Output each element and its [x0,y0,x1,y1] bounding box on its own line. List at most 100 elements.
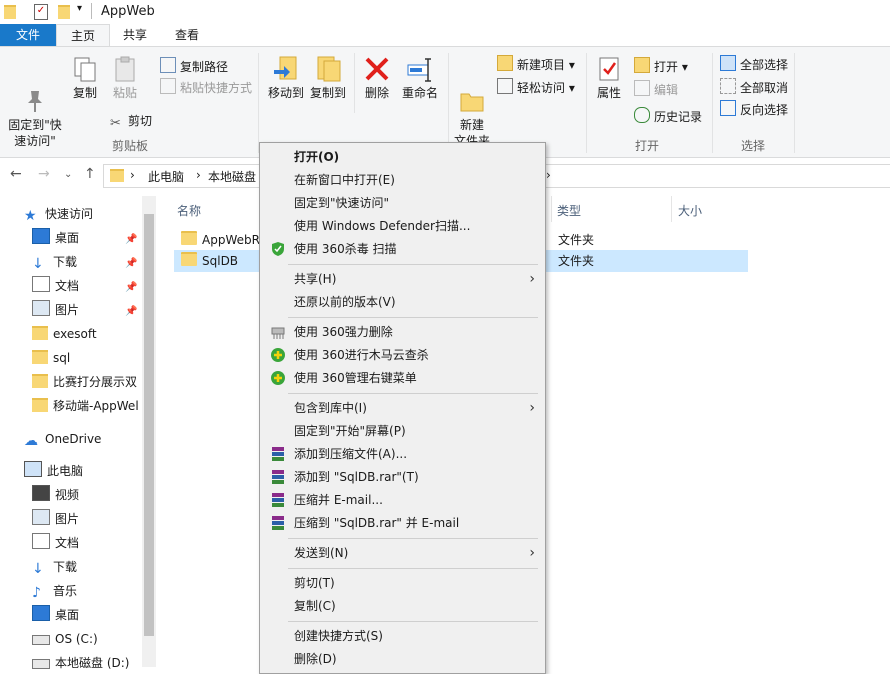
nav-item-music[interactable]: ♪ 音乐 [32,580,77,602]
tab-view[interactable]: 查看 [164,24,210,46]
menu-item-defender-scan[interactable]: 使用 Windows Defender扫描... [260,215,545,237]
invert-selection-button[interactable]: 反向选择 [720,100,788,118]
tab-share[interactable]: 共享 [112,24,158,46]
pin-icon[interactable]: 📌 [125,282,137,293]
menu-item-pin-quick-access[interactable]: 固定到"快速访问" [260,192,545,214]
column-divider[interactable] [551,196,552,222]
crumb-separator-icon[interactable]: › [196,168,201,182]
move-to-button[interactable]: 移动到 [264,47,308,101]
up-arrow-icon[interactable]: ↑ [84,166,96,182]
menu-label: 包含到库中(I) [294,401,367,415]
menu-item-360-manage-menu[interactable]: 使用 360管理右键菜单 [260,367,545,389]
winrar-icon [270,446,286,462]
submenu-arrow-icon: › [529,271,535,287]
tab-file[interactable]: 文件 [0,24,56,46]
nav-quick-access[interactable]: ★ 快速访问 [24,203,93,225]
copy-path-label: 复制路径 [180,60,229,74]
properties-quick-icon[interactable]: ✓ [34,4,48,20]
new-item-button[interactable]: 新建项目 ▾ [497,55,575,73]
new-folder-button[interactable]: 新建 文件夹 [452,47,492,149]
menu-item-send-to[interactable]: 发送到(N) › [260,542,545,564]
crumb-separator-icon[interactable]: › [130,168,135,182]
nav-item-documents[interactable]: 文档 [32,275,79,297]
nav-onedrive[interactable]: ☁ OneDrive [24,428,101,450]
menu-separator [288,317,538,318]
nav-item-contest[interactable]: 比赛打分展示双 [32,371,140,393]
menu-item-compress-email[interactable]: 压缩并 E-mail... [260,489,545,511]
menu-item-restore-versions[interactable]: 还原以前的版本(V) [260,291,545,313]
menu-item-open-new-window[interactable]: 在新窗口中打开(E) [260,169,545,191]
menu-item-include-library[interactable]: 包含到库中(I) › [260,397,545,419]
nav-item-drive-d[interactable]: 本地磁盘 (D:) [32,652,129,674]
column-header-size[interactable]: 大小 [678,202,702,219]
back-arrow-icon[interactable]: ← [10,166,22,182]
menu-item-create-shortcut[interactable]: 创建快捷方式(S) [260,625,545,647]
open-icon [634,57,650,73]
menu-item-pin-start[interactable]: 固定到"开始"屏幕(P) [260,420,545,442]
menu-item-360-force-delete[interactable]: 使用 360强力删除 [260,321,545,343]
nav-item-exesoft[interactable]: exesoft [32,323,97,345]
delete-button[interactable]: 删除 [360,47,394,101]
menu-label: 固定到"快速访问" [294,196,390,210]
menu-item-share[interactable]: 共享(H) › [260,268,545,290]
forward-arrow-icon[interactable]: → [38,166,50,182]
pin-label: 固定到"快 速访问" [8,118,62,148]
nav-item-pc-downloads[interactable]: ↓ 下载 [32,556,77,578]
column-divider[interactable] [671,196,672,222]
nav-item-videos[interactable]: 视频 [32,484,79,506]
menu-item-360-trojan-scan[interactable]: 使用 360进行木马云查杀 [260,344,545,366]
easy-access-button[interactable]: 轻松访问 ▾ [497,78,575,96]
select-none-button[interactable]: 全部取消 [720,78,788,96]
edit-button[interactable]: 编辑 [634,80,678,98]
nav-scrollbar[interactable] [142,196,156,667]
menu-separator [288,568,538,569]
menu-item-rar-email[interactable]: 压缩到 "SqlDB.rar" 并 E-mail [260,512,545,534]
nav-label: 此电脑 [47,464,84,478]
column-header-type[interactable]: 类型 [557,202,581,219]
nav-item-desktop[interactable]: 桌面 [32,227,79,249]
nav-item-sql[interactable]: sql [32,347,70,369]
new-folder-icon [458,71,486,112]
pin-icon[interactable]: 📌 [125,306,137,317]
copy-path-button[interactable]: 复制路径 [160,57,228,75]
breadcrumb-this-pc[interactable]: 此电脑 [148,168,184,185]
rename-button[interactable]: 重命名 [398,47,442,101]
customize-quick-access-icon[interactable]: ▾ [77,3,82,14]
menu-item-add-rar[interactable]: 添加到 "SqlDB.rar"(T) [260,466,545,488]
paste-shortcut-button[interactable]: 粘贴快捷方式 [160,78,252,96]
menu-item-cut[interactable]: 剪切(T) [260,572,545,594]
scrollbar-thumb[interactable] [144,214,154,636]
video-icon [32,485,50,501]
new-folder-quick-icon[interactable] [58,5,70,19]
properties-button[interactable]: 属性 [592,47,626,101]
nav-item-pictures[interactable]: 图片 [32,299,79,321]
copy-to-button[interactable]: 复制到 [306,47,350,101]
tab-home[interactable]: 主页 [56,24,110,47]
open-button[interactable]: 打开 ▾ [634,57,688,75]
cut-button[interactable]: ✂ 剪切 [110,112,152,131]
menu-item-add-archive[interactable]: 添加到压缩文件(A)... [260,443,545,465]
nav-item-pc-pictures[interactable]: 图片 [32,508,79,530]
nav-item-pc-desktop[interactable]: 桌面 [32,604,79,626]
recent-locations-chevron-icon[interactable]: ⌄ [64,169,72,180]
history-button[interactable]: 历史记录 [634,107,702,125]
nav-item-drive-c[interactable]: OS (C:) [32,628,98,650]
breadcrumb-local-disk[interactable]: 本地磁盘 [208,168,256,185]
pin-icon[interactable]: 📌 [125,234,137,245]
menu-item-copy[interactable]: 复制(C) [260,595,545,617]
pin-icon[interactable]: 📌 [125,258,137,269]
pin-quick-access-button[interactable]: 固定到"快 速访问" [4,47,66,149]
ribbon-divider [794,53,795,153]
nav-item-mobile-appweb[interactable]: 移动端-AppWel [32,395,140,417]
copy-button[interactable]: 复制 [68,47,102,101]
column-header-name[interactable]: 名称 [177,202,201,219]
select-all-button[interactable]: 全部选择 [720,55,788,73]
nav-this-pc[interactable]: 此电脑 [24,460,83,482]
paste-button[interactable]: 粘贴 [108,47,142,101]
crumb-separator-icon[interactable]: › [546,168,551,182]
menu-item-open[interactable]: 打开(O) [260,146,545,168]
nav-item-pc-documents[interactable]: 文档 [32,532,79,554]
star-icon: ★ [24,208,37,224]
nav-item-downloads[interactable]: ↓ 下载 [32,251,77,273]
menu-item-360-scan[interactable]: 使用 360杀毒 扫描 [260,238,545,260]
